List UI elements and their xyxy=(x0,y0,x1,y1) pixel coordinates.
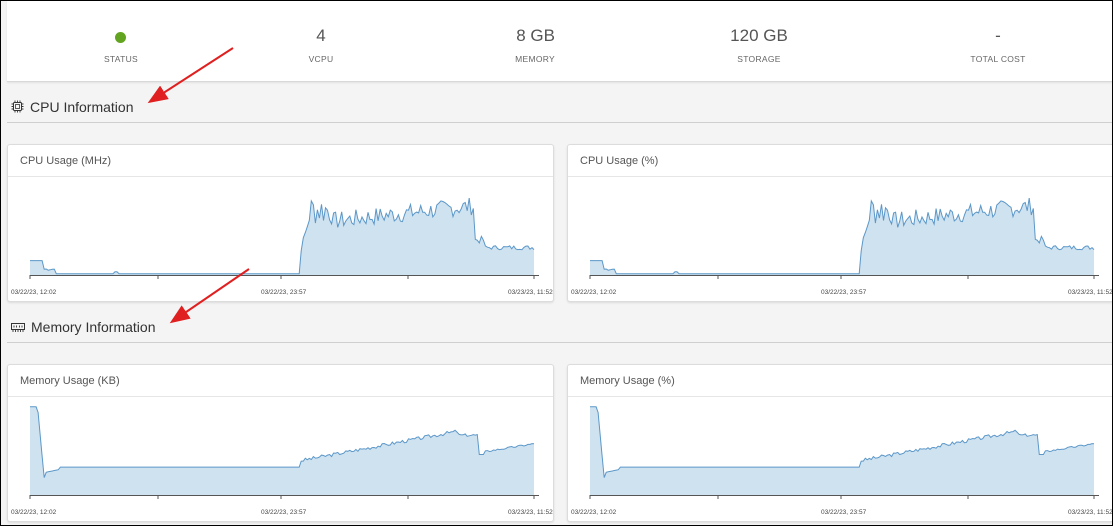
memory-module-icon xyxy=(11,318,25,338)
vm-monitor-panel: STATUS 4 VCPU 8 GB MEMORY 120 GB STORAGE… xyxy=(0,0,1113,526)
x-tick-label: 03/22/23, 23:57 xyxy=(821,509,867,516)
x-tick-label: 03/22/23, 23:57 xyxy=(261,289,307,296)
chart-title: Memory Usage (KB) xyxy=(20,375,120,387)
total-cost-value: - xyxy=(995,26,1001,45)
series-area xyxy=(30,406,534,495)
cpu-chip-icon xyxy=(11,98,24,118)
memory-section-title[interactable]: Memory Information xyxy=(11,317,155,337)
x-tick-label: 03/23/23, 11:52 xyxy=(508,289,553,296)
status-indicator-dot xyxy=(115,32,126,43)
cpu-pct-chart: 03/22/23, 12:02 03/22/23, 23:57 03/23/23, … xyxy=(571,198,1113,296)
status-label: STATUS xyxy=(103,54,139,64)
chart-card-cpu-pct: CPU Usage (%) 03/22/23, 12:02 03/22/23, 2… xyxy=(567,144,1113,302)
chart-title: CPU Usage (MHz) xyxy=(20,155,112,167)
total-cost-label: TOTAL COST xyxy=(970,54,1026,64)
series-area xyxy=(590,198,1094,275)
memory-pct-chart: 03/22/23, 12:02 03/22/23, 23:57 03/23/23, … xyxy=(571,406,1113,516)
chart-card-memory-kb: Memory Usage (KB) 03/22/23, 12:02 03/22/2… xyxy=(7,364,554,522)
vcpu-value: 4 xyxy=(316,26,326,45)
x-tick-label: 03/22/23, 23:57 xyxy=(821,289,867,296)
x-tick-label: 03/22/23, 12:02 xyxy=(11,289,57,296)
x-tick-label: 03/23/23, 11:52 xyxy=(508,509,553,516)
series-area xyxy=(30,198,534,275)
cpu-mhz-chart: 03/22/23, 12:02 03/22/23, 23:57 03/23/23, … xyxy=(11,198,553,296)
cpu-section-title[interactable]: CPU Information xyxy=(11,97,133,117)
summary-bar: STATUS 4 VCPU 8 GB MEMORY 120 GB STORAGE… xyxy=(7,1,1112,82)
storage-label: STORAGE xyxy=(737,54,781,64)
storage-value: 120 GB xyxy=(730,26,788,45)
memory-kb-chart: 03/22/23, 12:02 03/22/23, 23:57 03/23/23, … xyxy=(11,406,553,516)
x-tick-label: 03/22/23, 12:02 xyxy=(11,509,57,516)
chart-card-cpu-mhz: CPU Usage (MHz) 03/22/23, 12:02 03/22/23,… xyxy=(7,144,554,302)
x-tick-label: 03/22/23, 12:02 xyxy=(571,289,617,296)
memory-section-divider xyxy=(7,342,1112,343)
x-tick-label: 03/22/23, 12:02 xyxy=(571,509,617,516)
chart-card-memory-pct: Memory Usage (%) 03/22/23, 12:02 03/22/23… xyxy=(567,364,1113,522)
memory-section-label: Memory Information xyxy=(31,319,156,335)
cpu-section-divider xyxy=(7,122,1112,123)
cpu-section-label: CPU Information xyxy=(30,99,134,115)
chart-title: CPU Usage (%) xyxy=(580,155,659,167)
chart-title: Memory Usage (%) xyxy=(580,375,675,387)
vcpu-label: VCPU xyxy=(308,54,334,64)
series-area xyxy=(590,406,1094,495)
x-tick-label: 03/23/23, 11:52 xyxy=(1068,509,1113,516)
memory-label: MEMORY xyxy=(515,54,555,64)
x-tick-label: 03/23/23, 11:52 xyxy=(1068,289,1113,296)
memory-value: 8 GB xyxy=(516,26,555,45)
x-tick-label: 03/22/23, 23:57 xyxy=(261,509,307,516)
